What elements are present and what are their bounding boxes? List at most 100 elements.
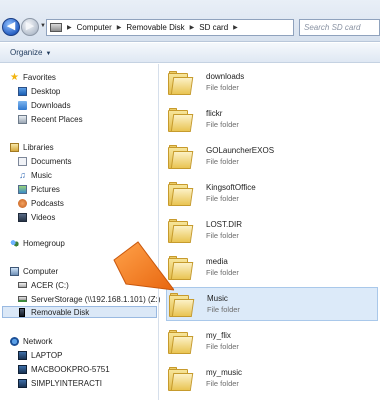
podcasts-icon [18,198,27,208]
downloads-folder-icon [18,100,27,110]
folder-type: File folder [206,342,239,351]
nav-item-documents[interactable]: Documents [18,155,71,167]
nav-group-libraries[interactable]: Libraries [10,141,54,153]
folder-icon [168,365,194,391]
folder-type: File folder [206,379,239,388]
network-drive-icon [18,296,27,302]
folder-type: File folder [207,305,240,314]
folder-name: my_flix [206,331,231,340]
folder-row-flickr[interactable]: flickr File folder [168,102,378,136]
breadcrumb-computer[interactable]: Computer [75,23,114,32]
nav-group-label: Homegroup [23,238,65,248]
computer-icon [18,350,27,360]
folder-name: media [206,257,228,266]
nav-item-label: Removable Disk [31,307,90,317]
chevron-down-icon: ▼ [45,51,52,57]
forward-arrow-icon[interactable]: ▶ [21,18,39,36]
nav-group-label: Network [23,336,53,346]
folder-row-lost-dir[interactable]: LOST.DIR File folder [168,213,378,247]
nav-item-label: Downloads [31,100,71,110]
nav-item-acer-drive[interactable]: ACER (C:) [18,279,69,291]
documents-icon [18,156,27,166]
nav-item-label: Music [31,170,52,180]
nav-item-desktop[interactable]: Desktop [18,85,60,97]
nav-group-favorites[interactable]: ★ Favorites [10,71,56,83]
nav-group-label: Libraries [23,142,54,152]
nav-item-label: ACER (C:) [31,280,69,290]
music-icon: ♫ [19,169,26,180]
folder-row-music[interactable]: Music File folder [166,287,378,321]
nav-item-recent-places[interactable]: Recent Places [18,113,83,125]
pane-splitter[interactable] [158,64,159,400]
folder-icon [168,328,194,354]
address-bar-area: ◀ ▶ ▼ ▶ Computer ▶ Removable Disk ▶ SD c… [0,0,380,42]
folder-row-golauncherexos[interactable]: GOLauncherEXOS File folder [168,139,378,173]
navigation-pane: ★ Favorites Desktop Downloads Recent Pla… [0,64,160,400]
search-input[interactable]: Search SD card [299,19,380,36]
folder-name: downloads [206,72,245,81]
folder-row-kingsoftoffice[interactable]: KingsoftOffice File folder [168,176,378,210]
videos-icon [18,212,27,222]
nav-item-label: Pictures [31,184,60,194]
folder-name: flickr [206,109,223,118]
nav-item-label: Videos [31,212,56,222]
star-icon: ★ [10,71,19,83]
nav-item-removable-disk[interactable]: Removable Disk [2,306,157,318]
nav-item-simplyinteracti[interactable]: SIMPLYINTERACTI [18,377,102,389]
homegroup-icon [10,238,19,248]
nav-item-label: Documents [31,156,72,166]
nav-group-network[interactable]: Network [10,335,52,347]
orange-pointer-arrow-icon [113,241,174,291]
folder-type: File folder [206,231,239,240]
organize-button[interactable]: Organize ▼ [10,48,51,57]
nav-item-music[interactable]: ♫ Music [18,169,52,181]
computer-icon [18,364,27,374]
folder-icon [168,143,194,169]
removable-disk-icon [19,307,25,317]
folder-type: File folder [206,268,239,277]
nav-item-label: Desktop [31,86,61,96]
folder-icon [169,291,195,317]
nav-item-videos[interactable]: Videos [18,211,55,223]
nav-group-computer[interactable]: Computer [10,265,58,277]
chevron-right-icon[interactable]: ▶ [64,24,75,31]
computer-icon [18,378,27,388]
folder-icon [168,180,194,206]
folder-icon [168,69,194,95]
nav-group-label: Computer [23,266,59,276]
folder-type: File folder [206,194,239,203]
folder-row-downloads[interactable]: downloads File folder [168,65,378,99]
breadcrumb-removable-disk[interactable]: Removable Disk [124,23,186,32]
folder-name: KingsoftOffice [206,183,256,192]
nav-group-label: Favorites [23,72,56,82]
back-arrow-icon[interactable]: ◀ [2,18,20,36]
chevron-right-icon[interactable]: ▶ [114,24,125,31]
recent-places-icon [18,114,27,124]
folder-type: File folder [206,83,239,92]
drive-icon [18,282,27,288]
breadcrumb[interactable]: ▶ Computer ▶ Removable Disk ▶ SD card ▶ [46,19,294,36]
nav-item-laptop[interactable]: LAPTOP [18,349,62,361]
nav-item-label: LAPTOP [31,350,63,360]
folder-name: LOST.DIR [206,220,243,229]
folder-name: my_music [206,368,243,377]
folder-row-media[interactable]: media File folder [168,250,378,284]
nav-item-pictures[interactable]: Pictures [18,183,60,195]
nav-item-macbookpro[interactable]: MACBOOKPRO-5751 [18,363,110,375]
breadcrumb-sd-card[interactable]: SD card [197,23,230,32]
pictures-icon [18,184,27,194]
nav-item-podcasts[interactable]: Podcasts [18,197,64,209]
libraries-icon [10,142,19,152]
computer-icon [50,23,62,32]
organize-label: Organize [10,48,43,57]
chevron-right-icon[interactable]: ▶ [187,24,198,31]
nav-item-server-storage[interactable]: ServerStorage (\\192.168.1.101) (Z:) [18,293,160,305]
nav-item-downloads[interactable]: Downloads [18,99,71,111]
chevron-right-icon[interactable]: ▶ [230,24,241,31]
folder-row-my-flix[interactable]: my_flix File folder [168,324,378,358]
folder-row-my-music[interactable]: my_music File folder [168,361,378,395]
nav-group-homegroup[interactable]: Homegroup [10,237,65,249]
computer-icon [10,266,19,276]
nav-item-label: MACBOOKPRO-5751 [31,364,110,374]
network-icon [10,336,19,346]
